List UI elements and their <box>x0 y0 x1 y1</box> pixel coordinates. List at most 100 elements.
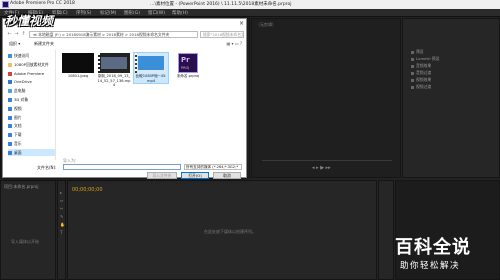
effects-tree-item[interactable]: 视频效果 <box>411 77 471 83</box>
menu-sequence[interactable]: 序列(S) <box>76 10 91 16</box>
premiere-project-icon: Pr PROJ <box>178 53 198 73</box>
nav-item[interactable]: 快速访问 <box>8 52 55 59</box>
effects-tree-item[interactable]: 音频效果 <box>411 63 471 69</box>
effects-tree-item[interactable]: Lumetri 预设 <box>411 56 471 62</box>
video-frame <box>101 57 127 69</box>
nav-item[interactable]: 3D 对象 <box>8 96 55 103</box>
folder-icon <box>8 80 12 85</box>
audio-meter-panel <box>378 180 394 280</box>
folder-icon <box>8 150 12 155</box>
folder-icon <box>8 71 12 76</box>
tools-panel: ▸ ⇔ ✂ ✎ ✋ T <box>57 180 66 280</box>
nav-item[interactable]: OneDrive <box>8 78 55 85</box>
nav-item[interactable]: 下载 <box>8 131 55 138</box>
import-dialog: 导入 × ← → ↑ ≪ 本地磁盘 (F:) > 20180918演示素材 > … <box>2 18 247 179</box>
effects-panel: 预设 Lumetri 预设 音频效果 音频过渡 视频效果 视频过渡 <box>402 18 500 178</box>
app-titlebar: Adobe Premiere Pro CC 2018 …\素材位置 - (Pow… <box>0 0 500 9</box>
effects-tree-item[interactable]: 视频过渡 <box>411 84 471 90</box>
dialog-toolbar: 组织 ▾ 新建文件夹 ▦ ▾ ▭ ? <box>6 40 244 48</box>
playback-controls-icon[interactable]: ◂ ▸ ▶ ▸▸ <box>312 165 331 171</box>
nav-item-label: 音乐 <box>14 141 22 146</box>
app-title: Adobe Premiere Pro CC 2018 <box>10 1 75 6</box>
video-frame <box>138 56 164 70</box>
project-panel: 项目:未命名.prproj 导入媒体以开始 <box>0 180 56 280</box>
cancel-button[interactable]: 取消 <box>213 172 241 179</box>
project-panel-tab[interactable]: 项目:未命名.prproj <box>4 184 38 190</box>
filetype-select[interactable]: 所有支持的媒体 (*.264;*.3G2;* <box>184 164 242 170</box>
watermark-logo: 百科全说 <box>395 237 471 258</box>
program-monitor-panel: （无剪辑） ◂ ▸ ▶ ▸▸ <box>251 18 401 178</box>
nav-item-label: 图片 <box>14 114 22 120</box>
nav-item[interactable]: 视频 <box>8 105 55 112</box>
nav-item-label: 3D 对象 <box>14 97 29 102</box>
folder-icon <box>8 54 12 58</box>
film-strip-icon <box>135 53 137 73</box>
timeline-panel: 00;00;00;00 在此处放下媒体以创建序列。 <box>67 180 377 280</box>
playback-timeline-line <box>262 160 392 161</box>
file-item-selected[interactable]: 比較1080P帧~45.mp4 <box>133 52 169 84</box>
nav-item-label: 桌面 <box>14 149 22 155</box>
menu-marker[interactable]: 标记(M) <box>100 10 116 16</box>
file-item[interactable]: 10801.jpeg <box>61 53 95 79</box>
close-icon[interactable]: × <box>239 20 244 27</box>
up-arrow-icon[interactable]: ↑ <box>20 31 27 38</box>
filename-input[interactable] <box>63 164 181 170</box>
source-panel-hint: （无剪辑） <box>256 22 276 27</box>
nav-item-label: 快速访问 <box>14 53 30 58</box>
folder-icon <box>411 64 414 68</box>
timeline-timecode: 00;00;00;00 <box>72 187 103 193</box>
nav-item[interactable]: 此电脑 <box>8 87 55 94</box>
view-options-icon[interactable]: ▦ ▾ ▭ ? <box>226 41 242 46</box>
nav-item[interactable]: 1080P回放素材文件 <box>8 61 55 68</box>
file-item[interactable]: 录制_2018_09_13_14_52_57_136.mp4 <box>97 53 131 88</box>
folder-icon <box>411 71 414 75</box>
film-strip-icon <box>98 53 100 73</box>
premiere-window: Adobe Premiere Pro CC 2018 …\素材位置 - (Pow… <box>0 0 500 280</box>
nav-item-label: 1080P回放素材文件 <box>14 61 49 67</box>
folder-icon <box>8 115 12 120</box>
nav-item[interactable]: 音乐 <box>8 140 55 147</box>
menu-window[interactable]: 窗口(W) <box>148 10 165 16</box>
effects-tree-item[interactable]: 预设 <box>411 49 471 55</box>
watermark-logo: 秒懂视频 <box>5 14 54 28</box>
video-thumbnail <box>98 53 130 73</box>
folder-icon <box>8 133 12 138</box>
file-name: 比較1080P帧~45.mp4 <box>135 74 167 83</box>
organize-button[interactable]: 组织 ▾ <box>9 41 20 47</box>
menu-help[interactable]: 帮助(H) <box>172 10 188 16</box>
image-thumbnail <box>62 53 94 73</box>
pr-badge: Pr <box>181 56 190 64</box>
nav-item-label: 此电脑 <box>14 88 26 94</box>
nav-item[interactable]: Adobe Premiere <box>8 70 55 77</box>
nav-item[interactable]: 桌面 <box>8 148 55 156</box>
folder-icon <box>411 50 414 54</box>
open-button[interactable]: 打开(O) <box>181 172 209 179</box>
import-folder-button[interactable]: 导入文件夹 <box>147 172 177 179</box>
nav-item-label: Adobe Premiere <box>14 70 45 76</box>
file-name: 录制_2018_09_13_14_52_57_136.mp4 <box>97 74 131 87</box>
effects-tree-item[interactable]: 音频过渡 <box>411 70 471 76</box>
address-bar[interactable]: ≪ 本地磁盘 (F:) > 20180918演示素材 > 2018素材 > 20… <box>29 30 198 38</box>
address-bar-row: ← → ↑ ≪ 本地磁盘 (F:) > 20180918演示素材 > 2018素… <box>6 30 244 38</box>
video-thumbnail <box>135 53 167 73</box>
nav-item[interactable]: 图片 <box>8 114 55 121</box>
menu-bar: 文件(F) 编辑(E) 剪辑(C) 序列(S) 标记(M) 图形(G) 窗口(W… <box>0 9 500 17</box>
nav-item[interactable]: 文档 <box>8 122 55 129</box>
search-input[interactable]: 搜索"2018视频未命名文件夹" <box>200 30 244 38</box>
file-list: 10801.jpeg 录制_2018_09_13_14_52_57_136.mp… <box>59 50 244 160</box>
nav-item-label: 下载 <box>14 132 22 138</box>
back-arrow-icon[interactable]: ← <box>6 31 13 38</box>
folder-icon <box>411 78 414 82</box>
new-folder-button[interactable]: 新建文件夹 <box>34 41 54 47</box>
nav-item-label: 文档 <box>14 123 22 129</box>
menu-clip[interactable]: 剪辑(C) <box>52 10 68 16</box>
file-name: 未命名.prproj <box>176 74 200 78</box>
document-title: …\素材位置 - (PowerPoint 2016) \ 11.11.5\201… <box>150 2 292 7</box>
filename-label: 文件名(N): <box>37 165 57 170</box>
dialog-footer: 导入为: 文件名(N): 所有支持的媒体 (*.264;*.3G2;* 导入文件… <box>3 158 246 179</box>
file-item[interactable]: Pr PROJ 未命名.prproj <box>171 53 205 79</box>
nav-item-label: 视频 <box>14 105 22 111</box>
menu-graphics[interactable]: 图形(G) <box>124 10 140 16</box>
forward-arrow-icon[interactable]: → <box>13 31 20 38</box>
tool-icons[interactable]: ▸ ⇔ ✂ ✎ ✋ T <box>60 189 65 237</box>
